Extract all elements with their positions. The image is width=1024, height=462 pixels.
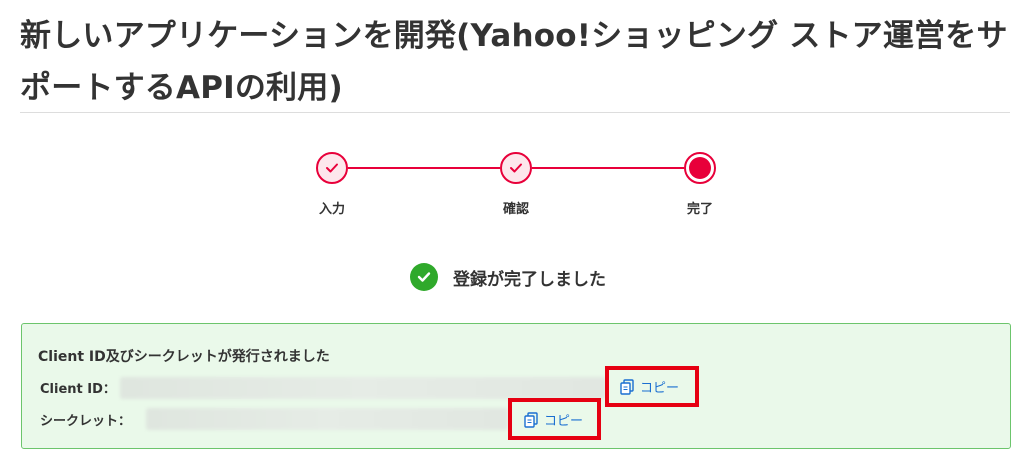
- step-label-confirm: 確認: [502, 202, 529, 217]
- notice-heading: Client ID及びシークレットが発行されました: [38, 349, 330, 365]
- copy-icon: [524, 411, 538, 428]
- step-connector: [532, 167, 684, 169]
- step-complete-circle: [684, 152, 716, 184]
- client-id-value-redacted: [120, 377, 606, 399]
- step-label-complete: 完了: [686, 202, 713, 217]
- check-circle-icon: [410, 263, 438, 291]
- step-label-input: 入力: [318, 202, 345, 217]
- success-message: 登録が完了しました: [410, 262, 606, 292]
- client-id-label: Client ID：: [40, 382, 116, 397]
- client-id-copy-button[interactable]: コピー: [620, 377, 679, 396]
- secret-copy-button[interactable]: コピー: [524, 410, 583, 429]
- step-connector: [348, 167, 500, 169]
- success-text: 登録が完了しました: [453, 269, 606, 290]
- copy-label: コピー: [640, 381, 680, 396]
- step-confirm-circle: [500, 152, 532, 184]
- secret-label: シークレット：: [40, 414, 132, 429]
- progress-stepper: 入力 確認 完了: [0, 0, 1024, 230]
- step-input-circle: [316, 152, 348, 184]
- copy-icon: [620, 378, 634, 395]
- check-icon: [326, 163, 338, 173]
- secret-value-redacted: [146, 408, 508, 430]
- copy-label: コピー: [544, 414, 584, 429]
- check-icon: [510, 163, 522, 173]
- page: 新しいアプリケーションを開発(Yahoo!ショッピング ストア運営をサポートする…: [0, 0, 1024, 462]
- current-step-dot: [689, 157, 711, 179]
